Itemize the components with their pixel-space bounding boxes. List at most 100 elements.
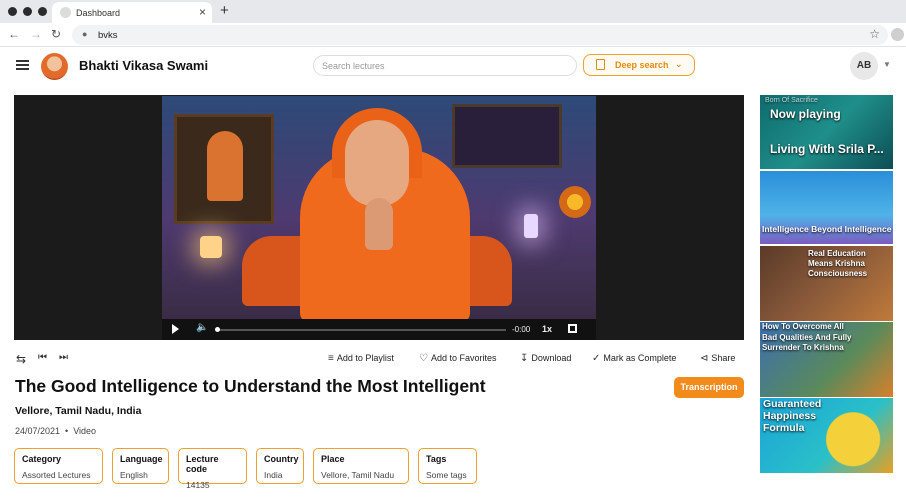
meta-key: Country xyxy=(264,454,299,464)
meta-value: Assorted Lectures xyxy=(22,470,91,480)
bookmark-star-icon[interactable]: ☆ xyxy=(869,27,880,41)
minimize-window-dot[interactable] xyxy=(23,7,32,16)
meta-value: Vellore, Tamil Nadu xyxy=(321,470,395,480)
date-separator: • xyxy=(65,426,69,436)
playback-speed-button[interactable]: 1x xyxy=(542,324,552,334)
playlist-item[interactable]: Guaranteed Happiness Formula xyxy=(760,398,893,473)
browser-address-bar: ← → ↻ ● bvks ☆ xyxy=(0,23,906,47)
meta-chip-category: Category Assorted Lectures xyxy=(14,448,103,484)
add-to-favorites-button[interactable]: ♡ Add to Favorites xyxy=(419,353,497,364)
flower-vase xyxy=(558,182,592,222)
meta-key: Lecture code xyxy=(186,454,219,474)
meta-key: Language xyxy=(120,454,163,464)
browser-tab-bar: Dashboard × + xyxy=(0,0,906,23)
chevron-down-icon: ⌄ xyxy=(675,59,683,69)
meta-chip-place: Place Vellore, Tamil Nadu xyxy=(313,448,409,484)
wall-portrait xyxy=(174,114,274,224)
add-to-favorites-label: Add to Favorites xyxy=(430,353,497,363)
browser-profile-icon[interactable] xyxy=(891,28,904,41)
mark-complete-button[interactable]: ✓ Mark as Complete xyxy=(592,353,676,364)
app-header: Bhakti Vikasa Swami Search lectures Deep… xyxy=(0,47,906,87)
speaker-hands xyxy=(365,198,393,250)
thumb-overlay-text: Born Of Sacrifice xyxy=(765,97,818,104)
previous-track-icon[interactable]: ⏮ xyxy=(38,352,47,363)
share-icon: ⊲ xyxy=(700,353,709,364)
media-type: Video xyxy=(73,426,97,436)
thumb-title: Real Education Means Krishna Consciousne… xyxy=(808,249,868,278)
lamp-left xyxy=(200,236,222,258)
download-label: Download xyxy=(531,353,572,363)
mark-complete-label: Mark as Complete xyxy=(603,353,677,363)
repeat-icon[interactable]: ⇆ xyxy=(16,352,26,366)
tab-close-icon[interactable]: × xyxy=(199,5,206,19)
lamp-right xyxy=(524,214,538,238)
window-controls[interactable] xyxy=(8,7,47,16)
menu-icon[interactable] xyxy=(16,60,29,70)
avatar-chevron-down-icon[interactable]: ▼ xyxy=(883,60,891,69)
lecture-date-line: 24/07/2021 • Video xyxy=(15,426,96,436)
lecture-date: 24/07/2021 xyxy=(15,426,61,436)
heart-icon: ♡ xyxy=(419,353,428,364)
document-search-icon xyxy=(596,59,605,70)
playlist-item-now-playing[interactable]: Born Of Sacrifice Now playing Living Wit… xyxy=(760,95,893,169)
progress-knob[interactable] xyxy=(215,327,220,332)
video-frame[interactable] xyxy=(162,96,596,319)
share-label: Share xyxy=(711,353,736,363)
lecture-title: The Good Intelligence to Understand the … xyxy=(15,376,486,396)
search-input[interactable]: Search lectures xyxy=(313,55,577,76)
maximize-window-dot[interactable] xyxy=(38,7,47,16)
speaker-face xyxy=(345,120,409,206)
meta-chip-lecture-code: Lecture code 14135 xyxy=(178,448,247,490)
meta-value: Some tags xyxy=(426,470,467,480)
thumb-title: Intelligence Beyond Intelligence xyxy=(762,224,892,234)
next-track-icon[interactable]: ⏭ xyxy=(59,352,68,363)
new-tab-icon[interactable]: + xyxy=(220,2,229,19)
fullscreen-icon[interactable] xyxy=(568,324,577,333)
forward-arrow-icon[interactable]: → xyxy=(30,27,42,41)
playlist-item[interactable]: Intelligence Beyond Intelligence xyxy=(760,171,893,244)
deep-search-button[interactable]: Deep search ⌄ xyxy=(583,54,695,76)
wall-painting xyxy=(452,104,562,168)
close-window-dot[interactable] xyxy=(8,7,17,16)
now-playing-label: Now playing xyxy=(770,107,841,121)
playlist-item[interactable]: Real Education Means Krishna Consciousne… xyxy=(760,246,893,321)
back-arrow-icon[interactable]: ← xyxy=(8,27,20,41)
meta-key: Place xyxy=(321,454,345,464)
meta-chip-language: Language English xyxy=(112,448,169,484)
user-avatar[interactable]: AB xyxy=(850,52,878,80)
progress-bar[interactable] xyxy=(216,329,506,331)
browser-tab[interactable]: Dashboard × xyxy=(52,2,212,23)
brand-logo[interactable] xyxy=(41,53,68,80)
video-player[interactable]: 🔈 -0:00 1x xyxy=(14,95,744,340)
video-controls: 🔈 -0:00 1x xyxy=(162,319,596,340)
meta-chip-tags: Tags Some tags xyxy=(418,448,477,484)
meta-value: English xyxy=(120,470,148,480)
meta-chip-country: Country India xyxy=(256,448,304,484)
download-icon: ↧ xyxy=(520,353,529,364)
lock-icon: ● xyxy=(82,29,88,39)
meta-key: Tags xyxy=(426,454,447,464)
brand-name[interactable]: Bhakti Vikasa Swami xyxy=(79,58,208,73)
add-to-playlist-button[interactable]: ≡ Add to Playlist xyxy=(328,353,394,364)
tab-favicon-icon xyxy=(60,7,71,18)
time-remaining: -0:00 xyxy=(512,325,531,334)
tab-title: Dashboard xyxy=(76,8,121,18)
download-button[interactable]: ↧ Download xyxy=(520,353,571,364)
deep-search-label: Deep search xyxy=(615,60,669,70)
reload-icon[interactable]: ↻ xyxy=(51,27,61,41)
thumb-title: Living With Srila P... xyxy=(770,142,884,156)
meta-key: Category xyxy=(22,454,62,464)
playlist-add-icon: ≡ xyxy=(328,353,334,364)
playlist-item[interactable]: How To Overcome All Bad Qualities And Fu… xyxy=(760,322,893,397)
url-field[interactable]: ● bvks ☆ xyxy=(72,25,888,45)
play-icon[interactable] xyxy=(172,324,179,334)
checkmark-icon: ✓ xyxy=(592,353,601,364)
volume-icon[interactable]: 🔈 xyxy=(196,322,208,333)
meta-value: 14135 xyxy=(186,480,210,490)
thumb-title: Guaranteed Happiness Formula xyxy=(763,398,822,434)
share-button[interactable]: ⊲ Share xyxy=(700,353,735,364)
lecture-location: Vellore, Tamil Nadu, India xyxy=(15,405,142,417)
meta-value: India xyxy=(264,470,283,480)
thumb-title: How To Overcome All Bad Qualities And Fu… xyxy=(762,322,852,352)
transcription-button[interactable]: Transcription xyxy=(674,377,744,398)
